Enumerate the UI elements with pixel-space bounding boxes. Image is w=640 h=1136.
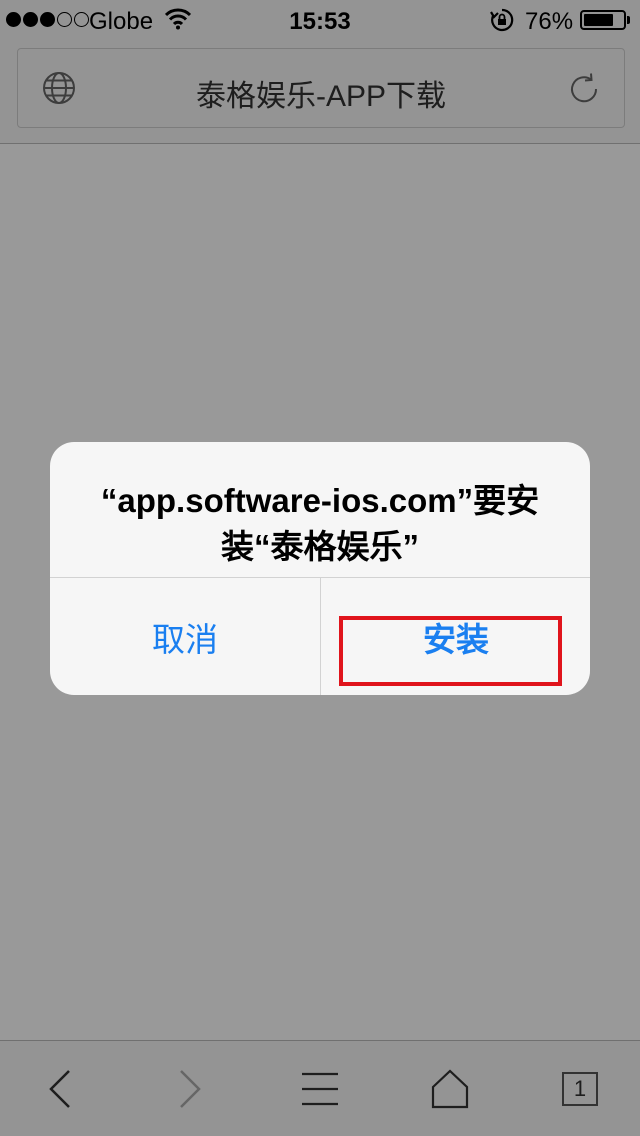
cancel-button[interactable]: 取消	[50, 578, 320, 695]
highlight-box	[339, 616, 562, 686]
alert-message-line-1: “app.software-ios.com”要安	[100, 482, 540, 519]
alert-message-line-2: 装“泰格娱乐”	[221, 528, 419, 565]
alert-message: “app.software-ios.com”要安 装“泰格娱乐”	[80, 478, 560, 570]
